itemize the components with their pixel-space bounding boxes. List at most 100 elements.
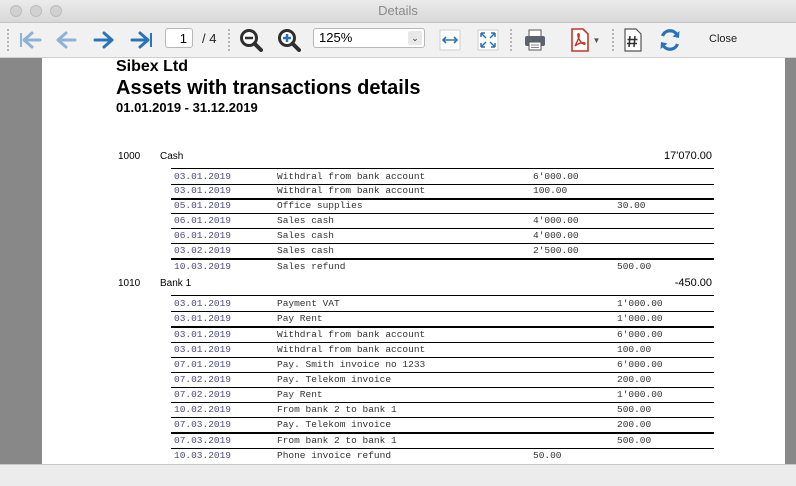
transaction-description: Payment VAT xyxy=(277,298,340,309)
toolbar-grip xyxy=(612,29,616,51)
transaction-row: 03.02.2019 Sales cash 2'500.00 xyxy=(171,243,714,260)
transaction-description: Withdral from bank account xyxy=(277,329,426,340)
transaction-row: 07.01.2019 Pay. Smith invoice no 1233 6'… xyxy=(171,357,714,373)
fit-width-button[interactable] xyxy=(437,27,463,53)
transaction-description: Sales cash xyxy=(277,230,335,241)
previous-page-button[interactable] xyxy=(53,27,79,53)
document-viewer[interactable]: Sibex Ltd Assets with transactions detai… xyxy=(0,58,796,464)
transaction-date: 03.01.2019 xyxy=(174,329,232,340)
zoom-value: 125% xyxy=(319,30,353,45)
transaction-credit: 30.00 xyxy=(617,200,646,211)
transaction-credit: 500.00 xyxy=(617,261,652,272)
transaction-date: 10.03.2019 xyxy=(174,450,232,461)
transaction-credit: 500.00 xyxy=(617,404,652,415)
transaction-description: Pay Rent xyxy=(277,389,323,400)
last-page-button[interactable] xyxy=(129,27,155,53)
transaction-credit: 1'000.00 xyxy=(617,389,663,400)
last-page-icon xyxy=(130,30,154,50)
zoom-in-icon xyxy=(277,28,301,52)
transaction-credit: 6'000.00 xyxy=(617,359,663,370)
transaction-row: 05.01.2019 Office supplies 30.00 xyxy=(171,198,714,214)
transaction-date: 10.02.2019 xyxy=(174,404,232,415)
transaction-row: 10.02.2019 From bank 2 to bank 1 500.00 xyxy=(171,402,714,418)
account-balance: -450.00 xyxy=(674,277,712,289)
company-name: Sibex Ltd xyxy=(116,58,189,75)
zoom-out-button[interactable] xyxy=(238,27,264,53)
transaction-date: 07.02.2019 xyxy=(174,374,232,385)
transaction-row: 03.01.2019 Withdral from bank account 10… xyxy=(171,342,714,358)
toolbar-grip xyxy=(7,29,11,51)
print-button[interactable] xyxy=(522,27,548,53)
transaction-row: 10.03.2019 Sales refund 500.00 xyxy=(171,259,714,274)
transaction-date: 07.03.2019 xyxy=(174,419,232,430)
first-page-button[interactable] xyxy=(17,27,43,53)
zoom-select[interactable]: 125% ⌄ xyxy=(313,28,425,48)
transaction-description: Sales cash xyxy=(277,245,335,256)
transaction-row: 07.03.2019 From bank 2 to bank 1 500.00 xyxy=(171,433,714,449)
transaction-row: 06.01.2019 Sales cash 4'000.00 xyxy=(171,228,714,244)
report-title: Assets with transactions details xyxy=(116,77,421,99)
arrow-right-icon xyxy=(92,30,116,50)
fit-width-icon xyxy=(439,29,461,51)
close-button[interactable]: Close xyxy=(709,33,737,45)
toolbar-grip xyxy=(510,29,514,51)
transaction-date: 03.01.2019 xyxy=(174,171,232,182)
transaction-row: 10.03.2019 Phone invoice refund 50.00 xyxy=(171,448,714,463)
export-pdf-button[interactable]: ▼ xyxy=(566,27,602,53)
transaction-description: From bank 2 to bank 1 xyxy=(277,404,397,415)
transaction-credit: 1'000.00 xyxy=(617,313,663,324)
transaction-credit: 500.00 xyxy=(617,435,652,446)
transaction-date: 07.01.2019 xyxy=(174,359,232,370)
hashtag-document-icon xyxy=(622,28,644,52)
page-number-input[interactable] xyxy=(165,28,193,48)
transaction-date: 03.01.2019 xyxy=(174,313,232,324)
window-titlebar: Details xyxy=(0,0,796,23)
transaction-debit: 2'500.00 xyxy=(533,245,579,256)
transaction-description: Sales refund xyxy=(277,261,346,272)
transaction-date: 03.01.2019 xyxy=(174,344,232,355)
transaction-row: 07.03.2019 Pay. Telekom invoice 200.00 xyxy=(171,417,714,434)
transaction-date: 07.03.2019 xyxy=(174,435,232,446)
refresh-button[interactable] xyxy=(657,27,683,53)
transaction-debit: 4'000.00 xyxy=(533,230,579,241)
report-page: Sibex Ltd Assets with transactions detai… xyxy=(42,58,785,464)
transaction-description: Withdral from bank account xyxy=(277,185,426,196)
transaction-credit: 200.00 xyxy=(617,419,652,430)
transaction-row: 06.01.2019 Sales cash 4'000.00 xyxy=(171,213,714,229)
transaction-description: Sales cash xyxy=(277,215,335,226)
next-page-button[interactable] xyxy=(91,27,117,53)
pdf-icon xyxy=(568,28,592,52)
transaction-date: 03.01.2019 xyxy=(174,185,232,196)
transaction-description: Phone invoice refund xyxy=(277,450,392,461)
transaction-row: 07.02.2019 Pay. Telekom invoice 200.00 xyxy=(171,372,714,388)
zoom-in-button[interactable] xyxy=(276,27,302,53)
transaction-credit: 200.00 xyxy=(617,374,652,385)
transaction-debit: 6'000.00 xyxy=(533,171,579,182)
transaction-description: Office supplies xyxy=(277,200,363,211)
page-numbering-button[interactable] xyxy=(620,27,646,53)
chevron-down-icon: ⌄ xyxy=(408,31,422,45)
transaction-debit: 100.00 xyxy=(533,185,568,196)
transaction-row: 03.01.2019 Withdral from bank account 6'… xyxy=(171,327,714,343)
transaction-debit: 50.00 xyxy=(533,450,562,461)
account-name: Cash xyxy=(160,151,184,162)
zoom-out-icon xyxy=(239,28,263,52)
transaction-row: 03.01.2019 Pay Rent 1'000.00 xyxy=(171,311,714,328)
transaction-credit: 6'000.00 xyxy=(617,329,663,340)
first-page-icon xyxy=(18,30,42,50)
transaction-date: 03.01.2019 xyxy=(174,298,232,309)
transaction-date: 05.01.2019 xyxy=(174,200,232,211)
fit-page-icon xyxy=(477,29,499,51)
transaction-description: Pay. Telekom invoice xyxy=(277,374,392,385)
transaction-description: Withdral from bank account xyxy=(277,344,426,355)
fit-page-button[interactable] xyxy=(475,27,501,53)
arrow-left-icon xyxy=(54,30,78,50)
account-number: 1000 xyxy=(118,151,141,162)
account-number: 1010 xyxy=(118,278,141,289)
window-title: Details xyxy=(378,3,418,18)
transaction-date: 03.02.2019 xyxy=(174,245,232,256)
transaction-date: 06.01.2019 xyxy=(174,215,232,226)
transaction-credit: 100.00 xyxy=(617,344,652,355)
transaction-description: Pay. Smith invoice no 1233 xyxy=(277,359,426,370)
toolbar-grip xyxy=(228,29,232,51)
